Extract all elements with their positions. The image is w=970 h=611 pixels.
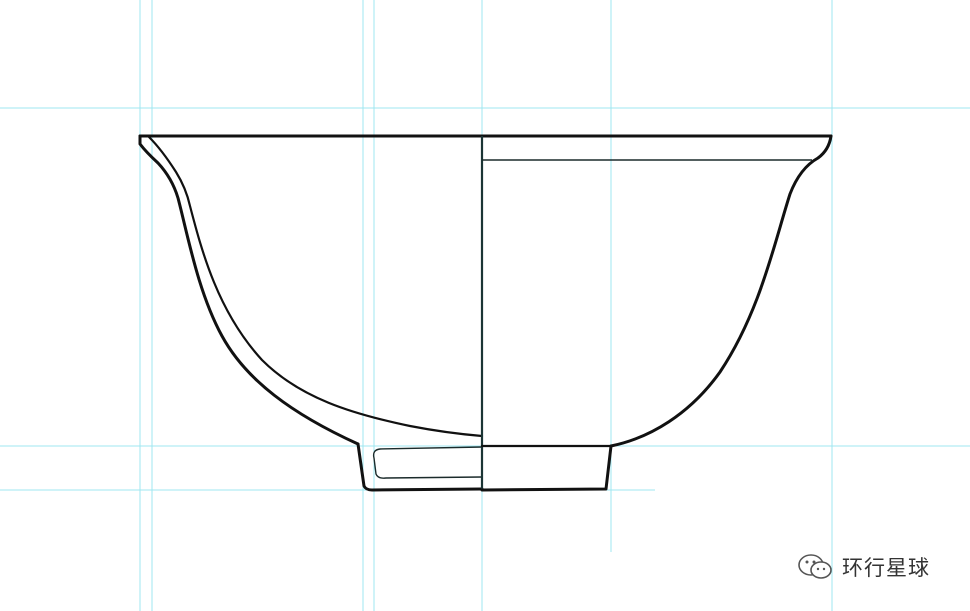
left-inner-wall [147,135,484,438]
right-foot-ring [480,444,613,492]
guide-lines [0,0,970,611]
left-outer-wall [138,134,360,446]
left-foot-inner [372,446,483,479]
bowl-drawing-canvas [0,0,970,611]
wechat-icon [796,552,836,582]
watermark: 环行星球 [796,552,930,582]
bowl-drawing [138,134,833,492]
left-foot-ring [356,442,484,492]
watermark-text: 环行星球 [842,556,930,580]
right-outer-wall [609,134,833,448]
